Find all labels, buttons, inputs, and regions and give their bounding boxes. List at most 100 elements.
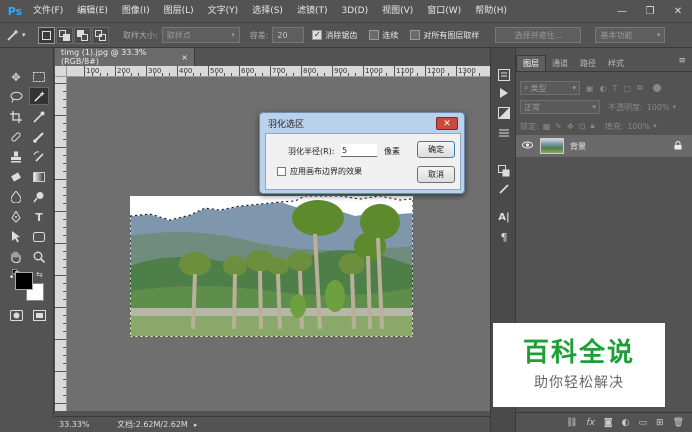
close-icon[interactable]: × [181,53,188,62]
refine-edge-button[interactable]: 选择并遮住... [495,27,582,43]
brush-tool-icon[interactable] [29,128,49,146]
new-selection-icon[interactable] [38,26,55,44]
add-to-selection-icon[interactable] [56,26,73,44]
character-panel-icon[interactable]: A| [495,208,513,226]
tab-layers[interactable]: 图层 [516,55,546,71]
lasso-tool-icon[interactable] [6,88,26,106]
hand-tool-icon[interactable] [6,248,26,266]
type-tool-icon[interactable]: T [29,208,49,226]
all-layers-checkbox[interactable]: 对所有图层取样 [410,30,479,41]
paths-panel-icon[interactable] [495,162,513,180]
eraser-tool-icon[interactable] [6,168,26,186]
new-layer-icon[interactable]: ⊞ [656,418,664,428]
menu-item[interactable]: 编辑(E) [70,0,115,22]
actions-panel-icon[interactable] [495,84,513,102]
restore-button[interactable]: ❐ [636,0,664,22]
trash-icon[interactable]: 🗑︎ [673,418,684,428]
menu-item[interactable]: 图像(I) [115,0,157,22]
smart-object-filter-icon[interactable]: ⧉ [637,83,643,93]
chevron-right-icon[interactable]: ▸ [194,421,198,429]
menu-item[interactable]: 3D(D) [334,0,375,22]
ruler-origin[interactable] [55,66,67,77]
lock-artboard-icon[interactable]: ⊡ [579,122,586,131]
pixel-filter-icon[interactable]: ▣ [586,84,594,93]
filter-toggle-icon[interactable] [652,84,661,92]
tolerance-input[interactable]: 20 [272,27,305,43]
tab-paths[interactable]: 路径 [574,56,602,71]
blur-tool-icon[interactable] [6,188,26,206]
minimize-button[interactable]: — [608,0,636,22]
sample-size-select[interactable]: 取样点 ▾ [161,27,240,43]
gradient-tool-icon[interactable] [29,168,49,186]
lock-transparent-icon[interactable]: ▦ [543,122,551,131]
properties-panel-icon[interactable] [495,124,513,142]
menu-item[interactable]: 文件(F) [26,0,70,22]
dialog-close-button[interactable]: ✕ [436,117,458,130]
lock-all-icon[interactable]: 🔒︎ [590,121,594,131]
workspace-select[interactable]: 基本功能 ▾ [595,27,666,43]
history-brush-tool-icon[interactable] [29,148,49,166]
history-panel-icon[interactable] [495,66,513,84]
eyedropper-tool-icon[interactable] [29,108,49,126]
move-tool-icon[interactable]: ✥ [6,68,26,86]
menu-item[interactable]: 窗口(W) [420,0,468,22]
close-window-button[interactable]: ✕ [664,0,692,22]
type-filter-icon[interactable]: T [613,84,618,93]
healing-brush-tool-icon[interactable] [6,128,26,146]
apply-canvas-checkbox[interactable]: 应用画布边界的效果 [277,166,362,177]
antialias-checkbox[interactable]: ✓ 消除锯齿 [312,30,357,41]
adjustments-panel-icon[interactable] [495,104,513,122]
mask-icon[interactable]: ◙ [604,418,613,428]
zoom-tool-icon[interactable] [29,248,49,266]
path-selection-tool-icon[interactable] [6,228,26,246]
layer-row[interactable]: 背景 [516,135,692,157]
clone-stamp-tool-icon[interactable] [6,148,26,166]
paragraph-panel-icon[interactable]: ¶ [495,228,513,246]
layer-kind-filter[interactable]: ⌕ 类型 ▾ [520,81,580,95]
link-icon[interactable]: ⛓︎ [566,418,577,428]
eye-icon[interactable] [522,141,534,151]
adjustment-icon[interactable]: ◐ [622,418,630,428]
pen-tool-icon[interactable] [6,208,26,226]
subtract-from-selection-icon[interactable] [74,26,91,44]
lock-pixels-icon[interactable]: ✎ [555,122,562,131]
shape-filter-icon[interactable]: ▢ [623,84,631,93]
rectangle-tool-icon[interactable] [29,228,49,246]
magic-wand-tool-icon[interactable] [29,87,49,105]
magic-wand-tool-preset-icon[interactable]: ▾ [6,28,34,42]
brush-settings-icon[interactable] [495,180,513,198]
dodge-tool-icon[interactable] [29,188,49,206]
panel-menu-icon[interactable]: ≡ [678,56,686,66]
fx-icon[interactable]: fx [586,418,595,428]
menu-item[interactable]: 文字(Y) [201,0,246,22]
chevron-down-icon[interactable]: ▾ [673,103,677,111]
fill-value[interactable]: 100% [627,122,650,131]
menu-item[interactable]: 图层(L) [157,0,201,22]
intersect-selection-icon[interactable] [92,26,109,44]
group-icon[interactable]: ▭ [639,418,648,428]
marquee-tool-icon[interactable] [29,68,49,86]
cancel-button[interactable]: 取消 [417,166,455,183]
document-tab[interactable]: timg (1).jpg @ 33.3%(RGB/8#) × [55,48,195,66]
feather-radius-input[interactable] [341,144,377,157]
opacity-value[interactable]: 100% [647,103,670,112]
screen-mode-icon[interactable] [29,306,49,324]
quick-mask-icon[interactable] [6,306,26,324]
adjustment-filter-icon[interactable]: ◐ [600,84,607,93]
menu-item[interactable]: 视图(V) [375,0,420,22]
ok-button[interactable]: 确定 [417,141,455,158]
menu-item[interactable]: 帮助(H) [468,0,514,22]
blend-mode-select[interactable]: 正常 ▾ [520,100,600,114]
chevron-down-icon[interactable]: ▾ [653,122,657,130]
crop-tool-icon[interactable] [6,108,26,126]
tab-channels[interactable]: 通道 [546,56,574,71]
swap-colors-icon[interactable]: ⇆ [36,270,43,279]
menu-item[interactable]: 选择(S) [245,0,290,22]
dialog-titlebar[interactable]: 羽化选区 [260,113,464,133]
contiguous-checkbox[interactable]: 连续 [369,30,398,41]
tab-styles[interactable]: 样式 [602,56,630,71]
lock-position-icon[interactable]: ✥ [567,122,574,131]
foreground-color-swatch[interactable] [15,272,33,290]
menu-item[interactable]: 滤镜(T) [290,0,335,22]
zoom-level[interactable]: 33.33% [59,420,93,429]
